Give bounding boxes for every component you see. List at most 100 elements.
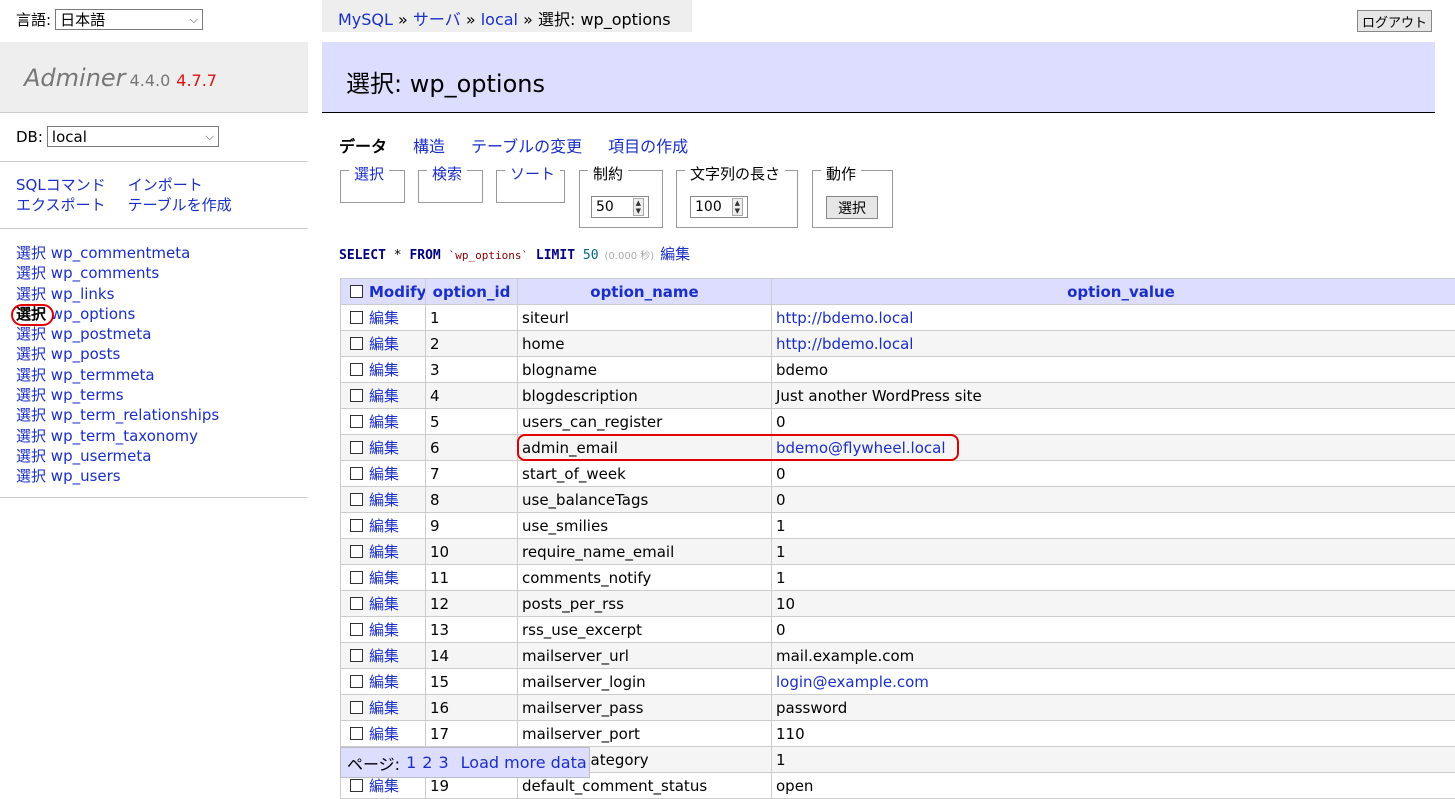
option-value[interactable]: login@example.com	[776, 673, 929, 691]
row-checkbox[interactable]	[350, 493, 363, 506]
edit-row-link[interactable]: 編集	[369, 725, 399, 743]
edit-row-link[interactable]: 編集	[369, 621, 399, 639]
header-option-name[interactable]: option_name	[518, 279, 772, 305]
edit-row-link[interactable]: 編集	[369, 647, 399, 665]
spinner-icon[interactable]: ▲▼	[633, 198, 644, 216]
row-checkbox[interactable]	[350, 779, 363, 792]
select-table-link[interactable]: 選択	[16, 467, 46, 485]
edit-query-link[interactable]: 編集	[660, 243, 690, 264]
brand-name[interactable]: Adminer	[24, 64, 126, 92]
table-name-link[interactable]: wp_posts	[51, 345, 121, 363]
table-name-link[interactable]: wp_terms	[51, 386, 124, 404]
edit-row-link[interactable]: 編集	[369, 465, 399, 483]
text-length-input[interactable]: 100 ▲▼	[690, 196, 748, 218]
select-table-link[interactable]: 選択	[16, 406, 46, 424]
table-name-link[interactable]: wp_term_taxonomy	[51, 427, 198, 445]
select-all-checkbox[interactable]	[350, 285, 363, 298]
breadcrumb-db[interactable]: local	[481, 10, 518, 29]
table-name-link[interactable]: wp_term_relationships	[51, 406, 219, 424]
row-checkbox[interactable]	[350, 727, 363, 740]
select-table-link[interactable]: 選択	[16, 447, 46, 465]
table-name-link[interactable]: wp_commentmeta	[51, 244, 190, 262]
limit-input[interactable]: 50 ▲▼	[591, 196, 649, 218]
edit-row-link[interactable]: 編集	[369, 517, 399, 535]
new-version[interactable]: 4.7.7	[176, 71, 217, 90]
row-checkbox[interactable]	[350, 337, 363, 350]
select-table-link[interactable]: 選択	[16, 386, 46, 404]
select-table-link[interactable]: 選択	[16, 305, 46, 323]
row-checkbox[interactable]	[350, 597, 363, 610]
import-link[interactable]: インポート	[128, 176, 203, 194]
edit-row-link[interactable]: 編集	[369, 491, 399, 509]
option-value[interactable]: http://bdemo.local	[776, 335, 913, 353]
logout-button[interactable]: ログアウト	[1357, 10, 1432, 32]
table-name-link[interactable]: wp_options	[51, 305, 136, 323]
row-checkbox[interactable]	[350, 415, 363, 428]
select-table-link[interactable]: 選択	[16, 366, 46, 384]
edit-row-link[interactable]: 編集	[369, 673, 399, 691]
breadcrumb-server[interactable]: サーバ	[413, 10, 461, 29]
edit-row-link[interactable]: 編集	[369, 777, 399, 795]
select-table-link[interactable]: 選択	[16, 285, 46, 303]
language-select[interactable]: 日本語 ⌵	[55, 9, 203, 30]
page-3[interactable]: 3	[438, 753, 448, 772]
tab-data[interactable]: データ	[339, 133, 387, 157]
edit-row-link[interactable]: 編集	[369, 439, 399, 457]
export-link[interactable]: エクスポート	[16, 196, 106, 214]
load-more-link[interactable]: Load more data	[461, 753, 587, 772]
search-toggle[interactable]: 検索	[427, 167, 467, 182]
table-name-link[interactable]: wp_users	[51, 467, 121, 485]
row-checkbox[interactable]	[350, 389, 363, 402]
row-checkbox[interactable]	[350, 519, 363, 532]
header-modify-label[interactable]: Modify	[369, 283, 426, 301]
row-checkbox[interactable]	[350, 441, 363, 454]
edit-row-link[interactable]: 編集	[369, 595, 399, 613]
edit-row-link[interactable]: 編集	[369, 335, 399, 353]
row-checkbox[interactable]	[350, 467, 363, 480]
create-table-link[interactable]: テーブルを作成	[128, 196, 232, 214]
edit-row-link[interactable]: 編集	[369, 569, 399, 587]
row-checkbox[interactable]	[350, 649, 363, 662]
row-checkbox[interactable]	[350, 311, 363, 324]
select-table-link[interactable]: 選択	[16, 427, 46, 445]
select-table-link[interactable]: 選択	[16, 325, 46, 343]
table-name-link[interactable]: wp_comments	[51, 264, 159, 282]
option-value[interactable]: http://bdemo.local	[776, 309, 913, 327]
page-1[interactable]: 1	[406, 753, 416, 772]
row-checkbox[interactable]	[350, 363, 363, 376]
table-row: 編集11comments_notify1	[341, 565, 1455, 591]
db-select[interactable]: local ⌵	[47, 126, 219, 147]
option-value[interactable]: bdemo@flywheel.local	[776, 439, 946, 457]
edit-row-link[interactable]: 編集	[369, 309, 399, 327]
select-table-link[interactable]: 選択	[16, 244, 46, 262]
select-toggle[interactable]: 選択	[349, 167, 389, 182]
sql-command-link[interactable]: SQLコマンド	[16, 176, 106, 194]
tab-alter-table[interactable]: テーブルの変更	[471, 133, 582, 157]
sql-query: SELECT * FROM `wp_options` LIMIT 50 (0.0…	[339, 243, 690, 264]
edit-row-link[interactable]: 編集	[369, 387, 399, 405]
breadcrumb-mysql[interactable]: MySQL	[338, 10, 393, 29]
row-checkbox[interactable]	[350, 675, 363, 688]
spinner-icon[interactable]: ▲▼	[732, 198, 743, 216]
row-checkbox[interactable]	[350, 571, 363, 584]
tab-new-item[interactable]: 項目の作成	[608, 133, 688, 157]
select-table-link[interactable]: 選択	[16, 264, 46, 282]
header-option-value[interactable]: option_value	[772, 279, 1455, 305]
select-submit-button[interactable]: 選択	[826, 196, 878, 219]
table-name-link[interactable]: wp_usermeta	[51, 447, 152, 465]
edit-row-link[interactable]: 編集	[369, 413, 399, 431]
edit-row-link[interactable]: 編集	[369, 699, 399, 717]
edit-row-link[interactable]: 編集	[369, 361, 399, 379]
table-name-link[interactable]: wp_links	[51, 285, 115, 303]
table-name-link[interactable]: wp_termmeta	[51, 366, 155, 384]
table-name-link[interactable]: wp_postmeta	[51, 325, 152, 343]
sort-toggle[interactable]: ソート	[505, 167, 560, 182]
header-option-id[interactable]: option_id	[426, 279, 518, 305]
page-2[interactable]: 2	[422, 753, 432, 772]
row-checkbox[interactable]	[350, 623, 363, 636]
row-checkbox[interactable]	[350, 701, 363, 714]
tab-structure[interactable]: 構造	[413, 133, 445, 157]
edit-row-link[interactable]: 編集	[369, 543, 399, 561]
select-table-link[interactable]: 選択	[16, 345, 46, 363]
row-checkbox[interactable]	[350, 545, 363, 558]
